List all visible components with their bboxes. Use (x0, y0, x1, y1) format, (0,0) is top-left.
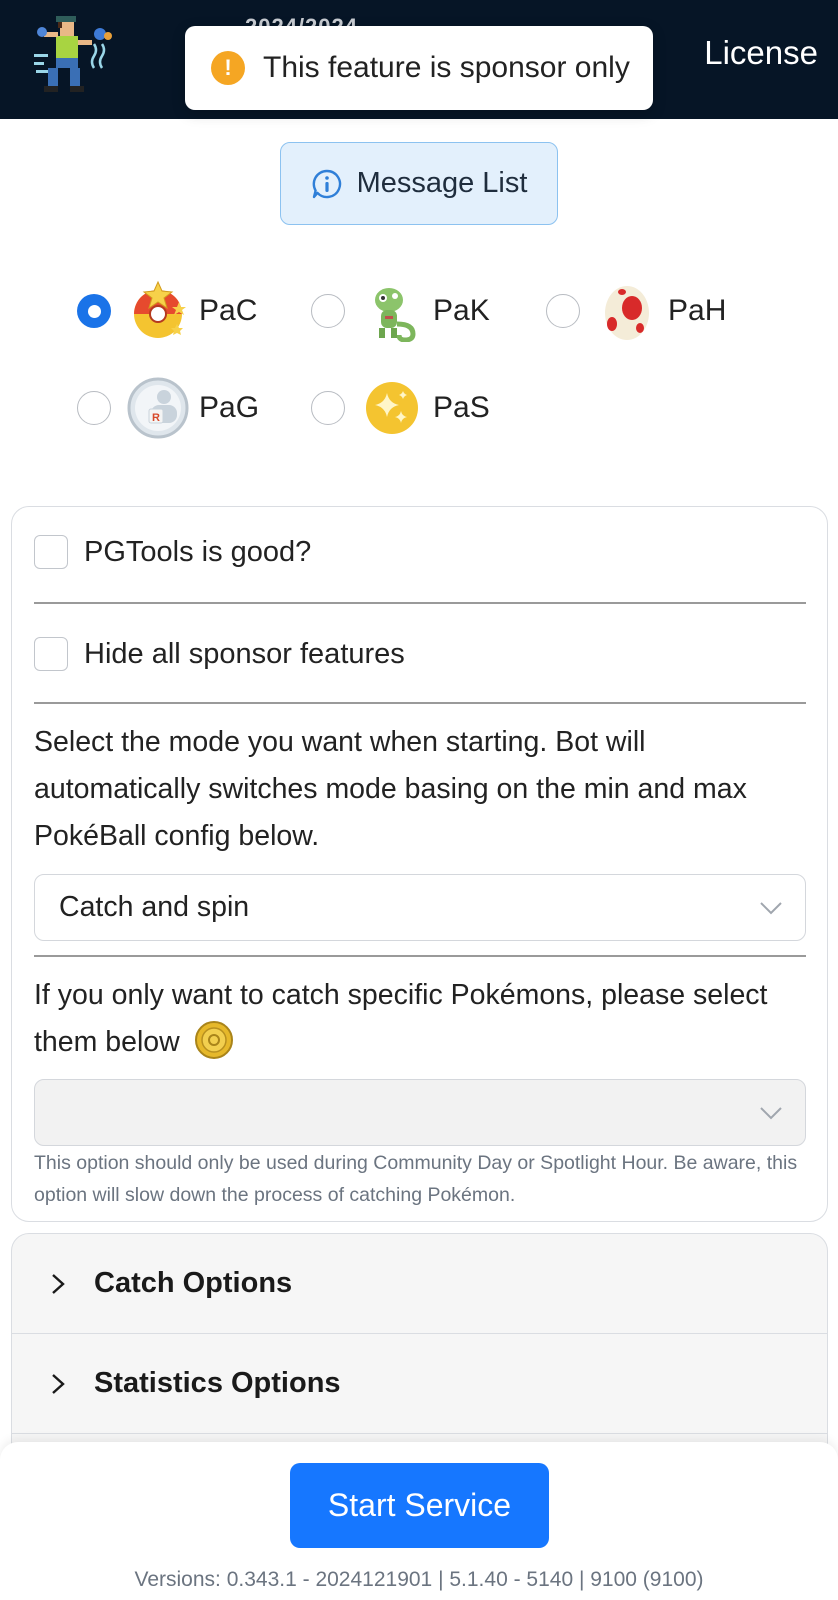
radio-option-pah[interactable]: PaH (546, 276, 726, 346)
hide-sponsor-label: Hide all sponsor features (84, 637, 405, 670)
radio-option-pac[interactable]: PaC (77, 276, 257, 346)
pokemon-select[interactable] (34, 1079, 806, 1146)
message-list-button[interactable]: Message List (280, 142, 558, 225)
toast-message: This feature is sponsor only (263, 51, 630, 84)
bottom-bar: Start Service Versions: 0.343.1 - 202412… (0, 1442, 838, 1600)
radio-circle[interactable] (546, 294, 580, 328)
radio-option-pak[interactable]: PaK (311, 276, 490, 346)
mode-select-value: Catch and spin (59, 891, 250, 923)
specific-description-text: If you only want to catch specific Pokém… (34, 979, 768, 1058)
radio-circle[interactable] (77, 391, 111, 425)
options-accordion: Catch Options Statistics Options (11, 1233, 828, 1473)
radio-circle[interactable] (311, 294, 345, 328)
radio-label-pac: PaC (199, 294, 258, 327)
chevron-right-icon (52, 1273, 65, 1294)
radio-circle[interactable] (311, 391, 345, 425)
accordion-label: Catch Options (94, 1267, 293, 1299)
specific-description: If you only want to catch specific Pokém… (34, 972, 814, 1066)
radio-label-pas: PaS (433, 391, 490, 424)
good-checkbox-label: PGTools is good? (84, 535, 312, 568)
hide-sponsor-checkbox[interactable] (34, 637, 68, 671)
svg-text:R: R (152, 412, 160, 424)
chevron-down-icon (760, 1107, 782, 1120)
license-link[interactable]: License (704, 34, 818, 72)
settings-card: PGTools is good? Hide all sponsor featur… (11, 506, 828, 1222)
warning-icon: ! (211, 51, 245, 85)
radio-label-pah: PaH (668, 294, 727, 327)
accordion-label: Statistics Options (94, 1367, 341, 1399)
divider (34, 955, 806, 957)
hide-sponsor-row[interactable]: Hide all sponsor features (34, 637, 405, 671)
chevron-down-icon (760, 902, 782, 915)
chevron-right-icon (52, 1373, 65, 1394)
radio-option-pas[interactable]: PaS (311, 373, 490, 443)
accordion-item-catch-options[interactable]: Catch Options (12, 1234, 827, 1334)
sponsor-toast: ! This feature is sponsor only (185, 26, 653, 110)
radio-option-pag[interactable]: R PaG (77, 373, 259, 443)
sponsor-coin-icon (194, 1021, 233, 1060)
mode-select[interactable]: Catch and spin (34, 874, 806, 941)
versions-text: Versions: 0.343.1 - 2024121901 | 5.1.40 … (134, 1568, 704, 1591)
radio-label-pak: PaK (433, 294, 490, 327)
good-checkbox-row[interactable]: PGTools is good? (34, 535, 311, 569)
divider (34, 602, 806, 604)
sparkle-icon (366, 382, 418, 434)
catch-ball-icon (134, 280, 186, 338)
divider (34, 702, 806, 704)
pokemon-help-text: This option should only be used during C… (34, 1152, 798, 1206)
chat-bubble-icon (312, 169, 341, 198)
radio-label-pag: PaG (199, 391, 260, 424)
message-list-label: Message List (356, 167, 528, 199)
accordion-item-statistics-options[interactable]: Statistics Options (12, 1334, 827, 1434)
good-checkbox[interactable] (34, 535, 68, 569)
radio-checked-indicator[interactable] (77, 294, 111, 328)
rocket-grunt-icon: R (127, 377, 189, 439)
kecleon-icon (375, 288, 416, 342)
mode-description: Select the mode you want when starting. … (34, 726, 747, 852)
start-service-button[interactable]: Start Service (290, 1463, 549, 1548)
egg-icon (605, 286, 649, 340)
app-logo-icon (34, 16, 112, 92)
